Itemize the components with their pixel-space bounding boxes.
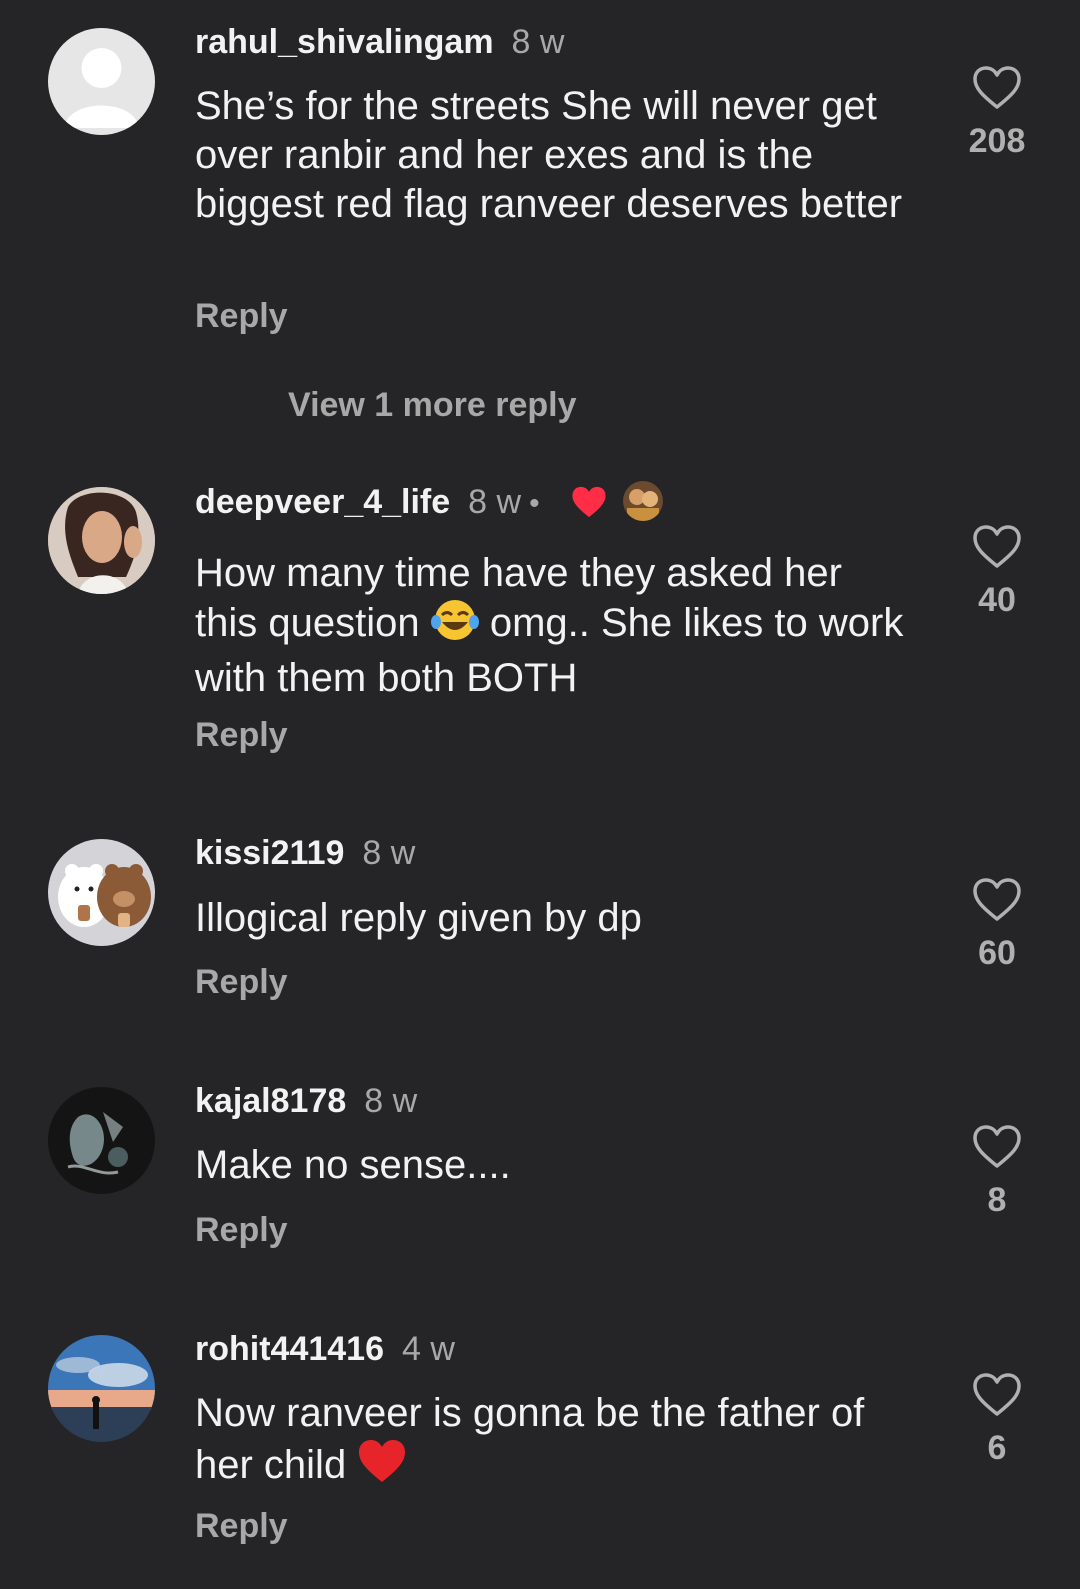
username[interactable]: rahul_shivalingam — [195, 23, 494, 61]
like-button[interactable]: 208 — [952, 65, 1042, 161]
comment-text: Make no sense.... — [195, 1143, 511, 1187]
reply-button[interactable]: Reply — [195, 715, 288, 755]
like-button[interactable]: 60 — [952, 877, 1042, 973]
creator-avatar-icon — [622, 481, 663, 521]
like-count: 6 — [987, 1429, 1007, 1467]
avatar[interactable] — [48, 1335, 155, 1442]
reply-button[interactable]: Reply — [195, 1210, 288, 1250]
red-heart-emoji-icon — [357, 1438, 407, 1496]
heart-outline-icon — [973, 1125, 1021, 1168]
red-heart-icon — [571, 485, 607, 528]
comment-text: Now ranveer is gonna be the father of he… — [195, 1389, 905, 1496]
like-button[interactable]: 40 — [952, 524, 1042, 620]
timestamp: 8 w — [468, 483, 522, 521]
heart-outline-icon — [973, 66, 1021, 109]
like-count: 40 — [978, 581, 1016, 619]
timestamp: 8 w — [362, 834, 416, 872]
like-count: 60 — [978, 934, 1016, 972]
heart-outline-icon — [973, 878, 1021, 921]
like-count: 208 — [968, 122, 1026, 160]
separator-dot: • — [529, 487, 540, 520]
username[interactable]: deepveer_4_life — [195, 483, 450, 521]
comment-text: How many time have they asked her this q… — [195, 549, 905, 703]
view-more-replies-button[interactable]: View 1 more reply — [288, 385, 577, 425]
username[interactable]: kissi2119 — [195, 834, 344, 872]
reply-button[interactable]: Reply — [195, 296, 288, 336]
username[interactable]: rohit441416 — [195, 1330, 384, 1368]
like-button[interactable]: 6 — [952, 1372, 1042, 1468]
avatar[interactable] — [48, 487, 155, 594]
comment-text-part: Now ranveer is gonna be the father of he… — [195, 1391, 865, 1487]
username[interactable]: kajal8178 — [195, 1082, 346, 1120]
laughing-emoji-icon — [430, 598, 479, 654]
comment-text: She’s for the streets She will never get… — [195, 84, 903, 226]
timestamp: 8 w — [511, 23, 565, 61]
timestamp: 4 w — [402, 1330, 455, 1368]
avatar[interactable] — [48, 28, 155, 135]
like-button[interactable]: 8 — [952, 1124, 1042, 1220]
like-count: 8 — [987, 1181, 1007, 1219]
avatar[interactable] — [48, 1087, 155, 1194]
timestamp: 8 w — [364, 1082, 418, 1120]
comment-text: Illogical reply given by dp — [195, 896, 642, 940]
heart-outline-icon — [973, 525, 1021, 568]
reply-button[interactable]: Reply — [195, 962, 288, 1002]
reply-button[interactable]: Reply — [195, 1506, 288, 1546]
heart-outline-icon — [973, 1373, 1021, 1416]
avatar[interactable] — [48, 839, 155, 946]
